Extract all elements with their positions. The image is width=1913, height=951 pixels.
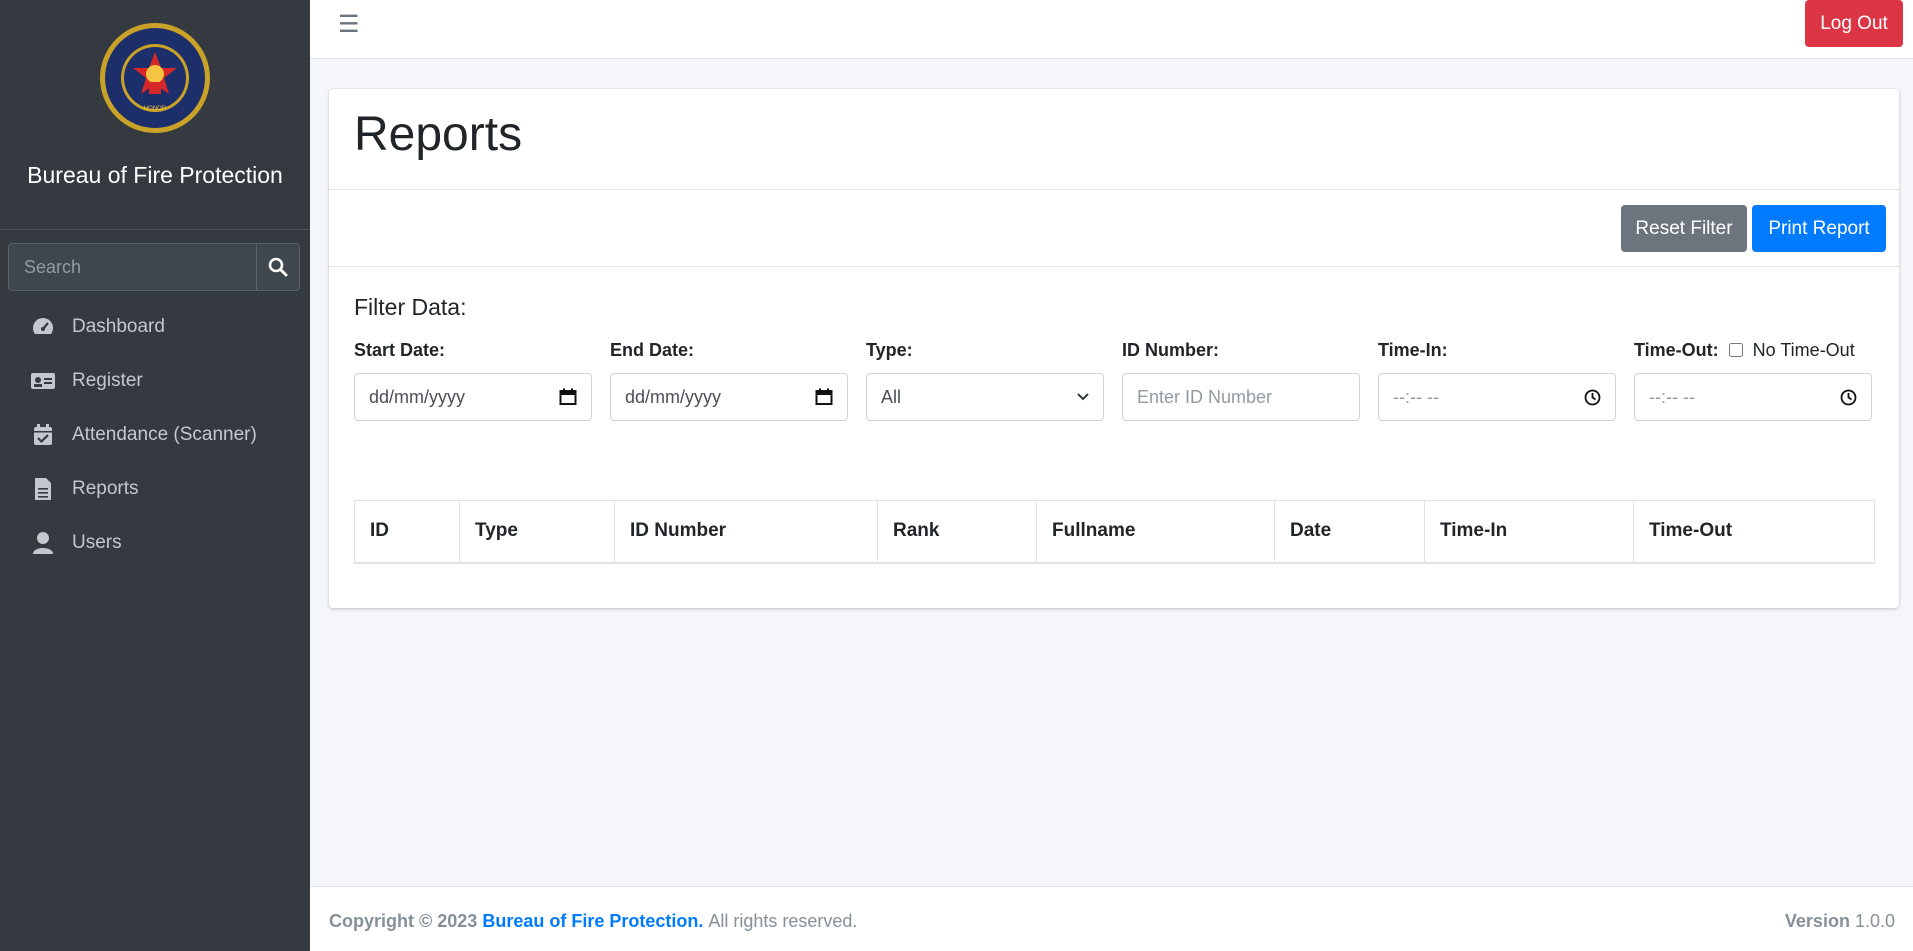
page-title: Reports [354,108,523,161]
table-header-row: ID Type ID Number Rank Fullname Date Tim… [354,500,1875,564]
clock-icon[interactable] [1584,389,1601,406]
top-navbar: ☰ Log Out [310,0,1913,59]
file-text-icon [30,477,56,501]
no-timeout-label: No Time-Out [1752,339,1855,360]
sidebar-item-label: Register [72,370,143,391]
search-input[interactable] [9,244,256,290]
type-group: Type: All [866,337,1104,421]
column-header-id-number[interactable]: ID Number [614,500,878,564]
copyright-text: Copyright © 2023 [329,911,478,931]
svg-text:HONOR: HONOR [144,106,167,112]
type-select[interactable]: All [866,373,1104,421]
time-in-label: Time-In: [1378,339,1448,360]
sidebar-item-label: Users [72,532,122,553]
footer: Copyright © 2023 Bureau of Fire Protecti… [310,886,1913,951]
menu-toggle-icon[interactable]: ☰ [338,10,360,39]
time-in-group: Time-In: --:-- -- [1378,337,1616,421]
chevron-down-icon [1077,393,1089,401]
filter-title: Filter Data: [354,294,467,320]
calendar-icon[interactable] [559,388,577,406]
start-date-value: dd/mm/yyyy [369,386,466,407]
column-header-fullname[interactable]: Fullname [1036,500,1275,564]
footer-org-link[interactable]: Bureau of Fire Protection. [482,911,703,931]
search-icon [268,257,288,277]
type-select-value: All [881,386,902,407]
user-icon [30,531,56,555]
sidebar-item-register[interactable]: Register [0,354,310,408]
column-header-rank[interactable]: Rank [877,500,1037,564]
time-out-group: Time-Out: No Time-Out --:-- -- [1634,337,1872,421]
end-date-input[interactable]: dd/mm/yyyy [610,373,848,421]
time-out-value: --:-- -- [1649,386,1695,407]
search-button[interactable] [256,244,299,290]
sidebar-item-label: Attendance (Scanner) [72,424,257,445]
sidebar-item-label: Dashboard [72,316,165,337]
id-number-placeholder: Enter ID Number [1137,386,1273,407]
sidebar-nav: Dashboard Register Attendance (Scanner) … [0,300,310,570]
end-date-group: End Date: dd/mm/yyyy [610,337,848,421]
clock-icon[interactable] [1840,389,1857,406]
column-header-time-out[interactable]: Time-Out [1633,500,1875,564]
id-card-icon [30,369,56,393]
calendar-check-icon [30,423,56,447]
time-in-value: --:-- -- [1393,386,1439,407]
sidebar-item-label: Reports [72,478,139,499]
time-out-label-row: Time-Out: No Time-Out [1634,337,1872,363]
type-label: Type: [866,339,913,360]
sidebar-item-attendance[interactable]: Attendance (Scanner) [0,408,310,462]
end-date-value: dd/mm/yyyy [625,386,722,407]
rights-text: All rights reserved. [708,911,858,931]
column-header-date[interactable]: Date [1274,500,1425,564]
logout-button[interactable]: Log Out [1805,0,1903,47]
brand-title: Bureau of Fire Protection [27,162,283,188]
column-header-id[interactable]: ID [354,500,460,564]
sidebar: HONOR Bureau of Fire Protection Dashboar… [0,0,310,951]
start-date-input[interactable]: dd/mm/yyyy [354,373,592,421]
divider [329,266,1899,267]
print-report-button[interactable]: Print Report [1752,205,1886,252]
id-number-group: ID Number: Enter ID Number [1122,337,1360,421]
bfp-logo-icon: HONOR [100,23,210,133]
version-label: Version [1784,911,1850,931]
reset-filter-button[interactable]: Reset Filter [1621,205,1747,252]
dashboard-gauge-icon [30,315,56,339]
reports-card: Reports Reset Filter Print Report Filter… [329,89,1899,608]
column-header-type[interactable]: Type [459,500,615,564]
no-timeout-checkbox[interactable] [1728,343,1743,357]
time-in-input[interactable]: --:-- -- [1378,373,1616,421]
sidebar-item-dashboard[interactable]: Dashboard [0,300,310,354]
sidebar-search [8,243,300,291]
reports-table: ID Type ID Number Rank Fullname Date Tim… [354,500,1875,564]
brand[interactable]: HONOR Bureau of Fire Protection [0,0,310,230]
version-value: 1.0.0 [1854,911,1895,931]
divider [329,189,1899,190]
id-number-input[interactable]: Enter ID Number [1122,373,1360,421]
time-out-input[interactable]: --:-- -- [1634,373,1872,421]
sidebar-item-reports[interactable]: Reports [0,462,310,516]
footer-copyright: Copyright © 2023 Bureau of Fire Protecti… [329,911,857,932]
column-header-time-in[interactable]: Time-In [1424,500,1634,564]
time-out-label: Time-Out: [1634,339,1719,360]
id-number-label: ID Number: [1122,339,1220,360]
calendar-icon[interactable] [815,388,833,406]
no-timeout-toggle[interactable]: No Time-Out [1728,339,1855,361]
start-date-label: Start Date: [354,339,446,360]
sidebar-item-users[interactable]: Users [0,516,310,570]
footer-version: Version 1.0.0 [1785,911,1895,932]
start-date-group: Start Date: dd/mm/yyyy [354,337,592,421]
end-date-label: End Date: [610,339,695,360]
